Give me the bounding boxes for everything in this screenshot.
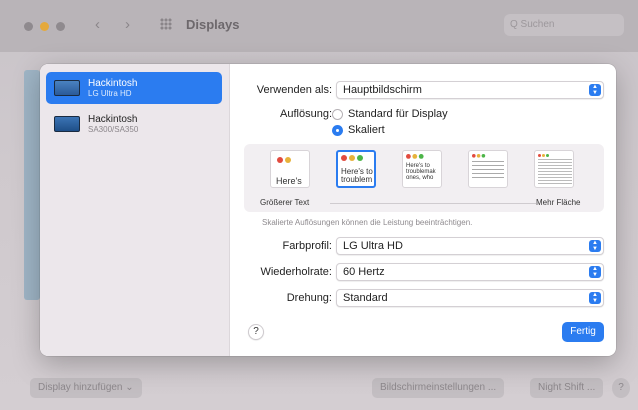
radio-label: Skaliert	[348, 124, 385, 136]
display-settings-button[interactable]: Bildschirmeinstellungen ...	[372, 378, 505, 398]
rotation-label: Drehung:	[286, 292, 332, 304]
night-shift-button[interactable]: Night Shift ...	[530, 378, 604, 398]
larger-text-label: Größerer Text	[260, 198, 310, 207]
window-dots-icon	[538, 154, 549, 157]
scale-options-panel: Here's Here's to troublem Here's to trou…	[244, 144, 604, 212]
monitor-icon	[54, 80, 80, 96]
display-settings-sheet: Hackintosh LG Ultra HD Hackintosh SA300/…	[40, 64, 616, 356]
display-model: LG Ultra HD	[88, 89, 132, 98]
refresh-rate-label: Wiederholrate:	[260, 266, 332, 278]
settings-panel: Verwenden als: Hauptbildschirm ▲ ▼ Auflös…	[230, 64, 616, 356]
chevron-updown-icon: ▲ ▼	[589, 266, 601, 278]
thumbnail-text: Here's to troublem	[341, 167, 373, 184]
radio-scaled[interactable]: Skaliert	[332, 124, 385, 136]
display-text: Hackintosh LG Ultra HD	[88, 78, 137, 98]
chevron-updown-icon: ▲ ▼	[589, 84, 601, 96]
window-dots-icon	[341, 155, 363, 161]
color-profile-popup[interactable]: LG Ultra HD ▲ ▼	[336, 237, 604, 255]
background-help-button[interactable]: ?	[612, 378, 630, 398]
scale-thumbnail: Here's to troublemak ones, who	[402, 150, 442, 188]
grid-icon[interactable]	[160, 18, 172, 30]
rotation-value: Standard	[343, 292, 388, 304]
sidebar-item-sa300[interactable]: Hackintosh SA300/SA350	[46, 108, 222, 140]
display-sidebar: Hackintosh LG Ultra HD Hackintosh SA300/…	[40, 64, 230, 356]
radio-icon	[332, 108, 343, 120]
radio-selected-icon	[332, 124, 343, 136]
display-model: SA300/SA350	[88, 125, 139, 134]
scale-thumbnail: Here's to troublem	[336, 150, 376, 188]
rotation-popup[interactable]: Standard ▲ ▼	[336, 289, 604, 307]
use-as-label: Verwenden als:	[256, 84, 332, 96]
scaling-hint: Skalierte Auflösungen können die Leistun…	[262, 218, 473, 227]
color-profile-value: LG Ultra HD	[343, 240, 403, 252]
scale-option-1[interactable]: Here's	[270, 150, 310, 188]
refresh-rate-value: 60 Hertz	[343, 266, 385, 278]
forward-icon[interactable]: ›	[125, 16, 130, 33]
thumbnail-lines	[472, 161, 504, 181]
scale-thumbnail	[468, 150, 508, 188]
scale-thumbnail	[534, 150, 574, 188]
window-dots-icon	[277, 157, 291, 163]
more-space-label: Mehr Fläche	[536, 198, 581, 207]
display-name: Hackintosh	[88, 78, 138, 89]
scale-option-5[interactable]	[534, 150, 574, 188]
thumbnail-lines	[538, 159, 572, 185]
radio-default-for-display[interactable]: Standard für Display	[332, 108, 448, 120]
window-minimize-icon[interactable]	[40, 22, 49, 31]
display-text: Hackintosh SA300/SA350	[88, 114, 138, 134]
display-name: Hackintosh	[88, 114, 138, 125]
window-close-icon[interactable]	[24, 22, 33, 31]
resolution-label: Auflösung:	[280, 108, 332, 120]
scale-option-3[interactable]: Here's to troublemak ones, who	[402, 150, 442, 188]
use-as-value: Hauptbildschirm	[343, 84, 422, 96]
color-profile-label: Farbprofil:	[282, 240, 332, 252]
background-display-strip	[24, 70, 40, 300]
add-display-button[interactable]: Display hinzufügen ⌄	[30, 378, 142, 398]
chevron-updown-icon: ▲ ▼	[589, 292, 601, 304]
radio-label: Standard für Display	[348, 108, 448, 120]
search-input[interactable]: Q Suchen	[504, 14, 624, 36]
help-button[interactable]: ?	[248, 324, 264, 340]
sidebar-item-lg-ultra-hd[interactable]: Hackintosh LG Ultra HD	[46, 72, 222, 104]
monitor-icon	[54, 116, 80, 132]
chevron-updown-icon: ▲ ▼	[589, 240, 601, 252]
window-dots-icon	[472, 154, 486, 158]
window-dots-icon	[406, 154, 424, 159]
done-button[interactable]: Fertig	[562, 322, 604, 342]
scale-thumbnail: Here's	[270, 150, 310, 188]
scale-option-4[interactable]	[468, 150, 508, 188]
window-title: Displays	[186, 17, 240, 32]
use-as-popup[interactable]: Hauptbildschirm ▲ ▼	[336, 81, 604, 99]
refresh-rate-popup[interactable]: 60 Hertz ▲ ▼	[336, 263, 604, 281]
window-zoom-icon[interactable]	[56, 22, 65, 31]
thumbnail-text: Here's	[276, 176, 302, 186]
scale-option-2-selected[interactable]: Here's to troublem	[336, 150, 376, 188]
thumbnail-text: Here's to troublemak ones, who	[406, 163, 436, 181]
back-icon[interactable]: ‹	[95, 16, 100, 33]
scale-divider	[330, 203, 536, 204]
